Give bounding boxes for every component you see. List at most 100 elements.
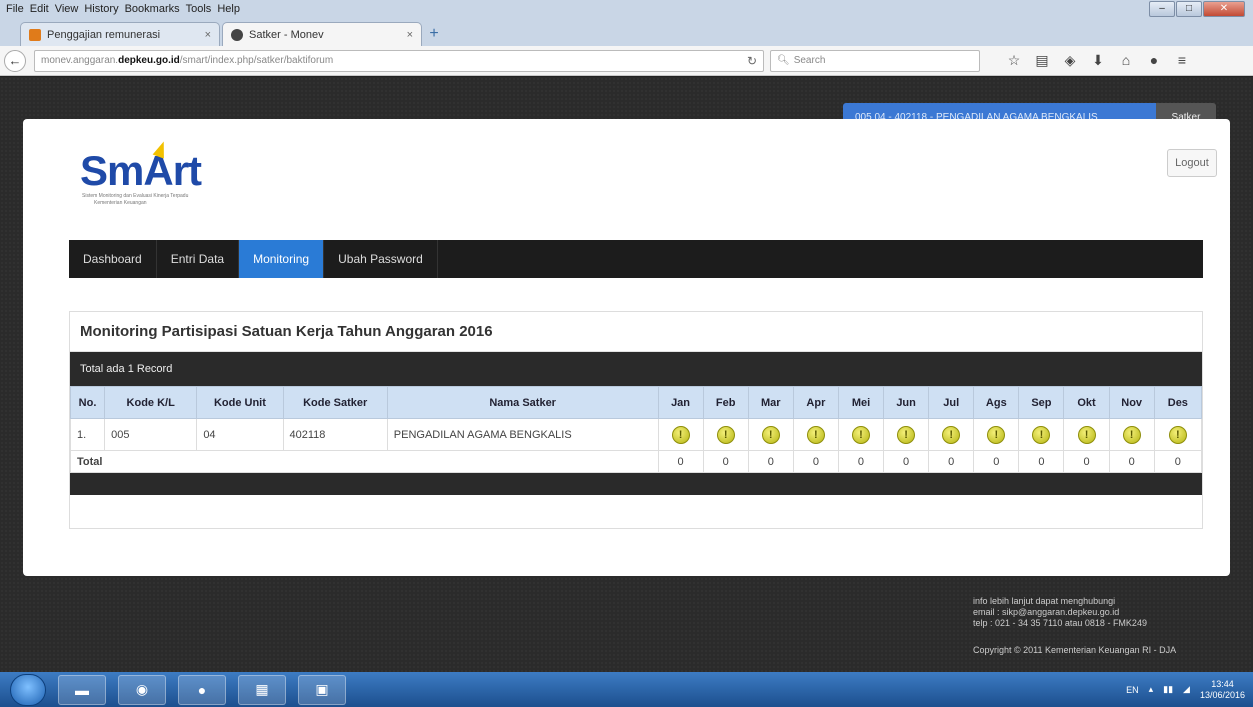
warning-icon[interactable]: ! (851, 425, 870, 444)
tab-penggajian[interactable]: Penggajian remunerasi × (20, 22, 220, 46)
nav-ubah-password[interactable]: Ubah Password (324, 240, 438, 278)
explorer-icon[interactable]: ▬ (58, 674, 106, 705)
column-header: Kode Unit (196, 386, 284, 419)
close-icon[interactable]: × (407, 29, 413, 41)
cell-month-status[interactable]: ! (1018, 418, 1065, 451)
maximize-button[interactable]: □ (1176, 1, 1202, 17)
cell-month-status[interactable]: ! (702, 418, 749, 451)
cell-month-status[interactable]: ! (837, 418, 885, 451)
close-icon[interactable]: × (205, 29, 211, 41)
column-header: Nama Satker (386, 386, 659, 419)
cell-no: 1. (69, 418, 106, 451)
warning-icon[interactable]: ! (942, 425, 961, 444)
reading-list-icon[interactable]: ▤ (1028, 52, 1056, 69)
menu-view[interactable]: View (55, 3, 79, 15)
cell-month-status[interactable]: ! (973, 418, 1020, 451)
menu-bookmarks[interactable]: Bookmarks (125, 3, 180, 15)
column-header: Jun (883, 386, 930, 419)
total-cell: 0 (702, 450, 749, 473)
firefox-icon[interactable]: ● (178, 674, 226, 705)
column-header: Kode K/L (104, 386, 198, 419)
contact-line-1: info lebih lanjut dapat menghubungi (973, 596, 1116, 606)
word-icon[interactable]: ▣ (298, 674, 346, 705)
cell-month-status[interactable]: ! (1153, 418, 1203, 451)
tray-arrow-icon[interactable]: ▴ (1149, 684, 1154, 695)
warning-icon[interactable]: ! (1077, 425, 1096, 444)
contact-phone: telp : 021 - 34 35 7110 atau 0818 - FMK2… (973, 618, 1147, 628)
page-background: 005 04 - 402118 - PENGADILAN AGAMA BENGK… (0, 77, 1253, 672)
new-tab-button[interactable]: + (424, 24, 444, 46)
warning-icon[interactable]: ! (1168, 425, 1187, 444)
cell-month-status[interactable]: ! (747, 418, 794, 451)
nav-entri-data[interactable]: Entri Data (157, 240, 240, 278)
menu-help[interactable]: Help (217, 3, 240, 15)
total-cell: 0 (973, 450, 1020, 473)
chat-icon[interactable]: ● (1140, 52, 1168, 69)
cell-month-status[interactable]: ! (657, 418, 704, 451)
download-icon[interactable]: ⬇ (1084, 52, 1112, 69)
minimize-button[interactable]: – (1149, 1, 1175, 17)
warning-icon[interactable]: ! (761, 425, 780, 444)
cell-kode-satker: 402118 (282, 418, 388, 451)
logo-ministry: Kementerian Keuangan (94, 200, 147, 206)
contact-email: email : sikp@anggaran.depkeu.go.id (973, 607, 1120, 617)
warning-icon[interactable]: ! (716, 425, 735, 444)
warning-icon[interactable]: ! (897, 425, 916, 444)
column-header: Ags (973, 386, 1020, 419)
contact-info: info lebih lanjut dapat menghubungi emai… (973, 596, 1147, 629)
monitoring-table: No. Kode K/L Kode Unit Kode Satker Nama Satk… (69, 386, 1203, 473)
panel-footer (70, 473, 1202, 495)
volume-icon[interactable]: ◢ (1183, 684, 1190, 695)
menu-tools[interactable]: Tools (186, 3, 212, 15)
warning-icon[interactable]: ! (1122, 425, 1141, 444)
table-header-row: No. Kode K/L Kode Unit Kode Satker Nama Satk… (69, 386, 1203, 419)
warning-icon[interactable]: ! (987, 425, 1006, 444)
refresh-icon[interactable]: ↻ (747, 54, 757, 68)
warning-icon[interactable]: ! (806, 425, 825, 444)
cell-month-status[interactable]: ! (1063, 418, 1110, 451)
url-domain: depkeu.go.id (118, 55, 180, 66)
media-player-icon[interactable]: ◉ (118, 674, 166, 705)
total-cell: 0 (657, 450, 704, 473)
excel-icon[interactable]: ▦ (238, 674, 286, 705)
search-input[interactable]: 🔍︎ Search (770, 49, 980, 72)
logout-button[interactable]: Logout (1167, 149, 1217, 177)
cell-month-status[interactable]: ! (883, 418, 930, 451)
main-card: Logout SmArt Sistem Monitoring dan Evalu… (23, 119, 1230, 576)
logo-tagline: Sistem Monitoring dan Evaluasi Kinerja T… (82, 193, 189, 199)
close-window-button[interactable]: ✕ (1203, 1, 1245, 17)
start-button[interactable] (10, 673, 46, 706)
total-label: Total (70, 450, 659, 473)
smart-logo: SmArt Sistem Monitoring dan Evaluasi Kin… (80, 149, 265, 219)
browser-navbar: ← monev.anggaran. depkeu.go.id /smart/in… (0, 46, 1253, 76)
address-bar[interactable]: monev.anggaran. depkeu.go.id /smart/inde… (34, 49, 764, 72)
total-cell: 0 (1063, 450, 1110, 473)
warning-icon[interactable]: ! (1032, 425, 1051, 444)
back-button[interactable]: ← (4, 49, 26, 72)
copyright: Copyright © 2011 Kementerian Keuangan RI… (973, 645, 1177, 655)
network-icon[interactable]: ▮▮ (1163, 684, 1173, 695)
warning-icon[interactable]: ! (671, 425, 690, 444)
menu-history[interactable]: History (84, 3, 118, 15)
column-header: Mar (747, 386, 794, 419)
clock[interactable]: 13:44 13/06/2016 (1200, 679, 1245, 701)
home-icon[interactable]: ⌂ (1112, 52, 1140, 69)
search-icon: 🔍︎ (777, 55, 790, 66)
nav-dashboard[interactable]: Dashboard (69, 240, 157, 278)
k-icon (29, 28, 41, 41)
cell-month-status[interactable]: ! (1108, 418, 1155, 451)
cell-month-status[interactable]: ! (928, 418, 975, 451)
menu-edit[interactable]: Edit (30, 3, 49, 15)
url-prefix: monev.anggaran. (41, 55, 119, 66)
table-row: 1. 005 04 402118 PENGADILAN AGAMA BENGKA… (69, 418, 1203, 451)
nav-monitoring[interactable]: Monitoring (239, 240, 325, 278)
total-cell: 0 (928, 450, 975, 473)
bookmark-star-icon[interactable]: ☆ (1000, 52, 1028, 69)
pocket-icon[interactable]: ◈ (1056, 52, 1084, 69)
menu-icon[interactable]: ≡ (1168, 52, 1196, 69)
language-indicator[interactable]: EN (1126, 685, 1139, 695)
tab-satker-monev[interactable]: Satker - Monev × (222, 22, 422, 46)
clock-time: 13:44 (1211, 678, 1234, 689)
cell-month-status[interactable]: ! (792, 418, 839, 451)
menu-file[interactable]: File (6, 3, 24, 15)
